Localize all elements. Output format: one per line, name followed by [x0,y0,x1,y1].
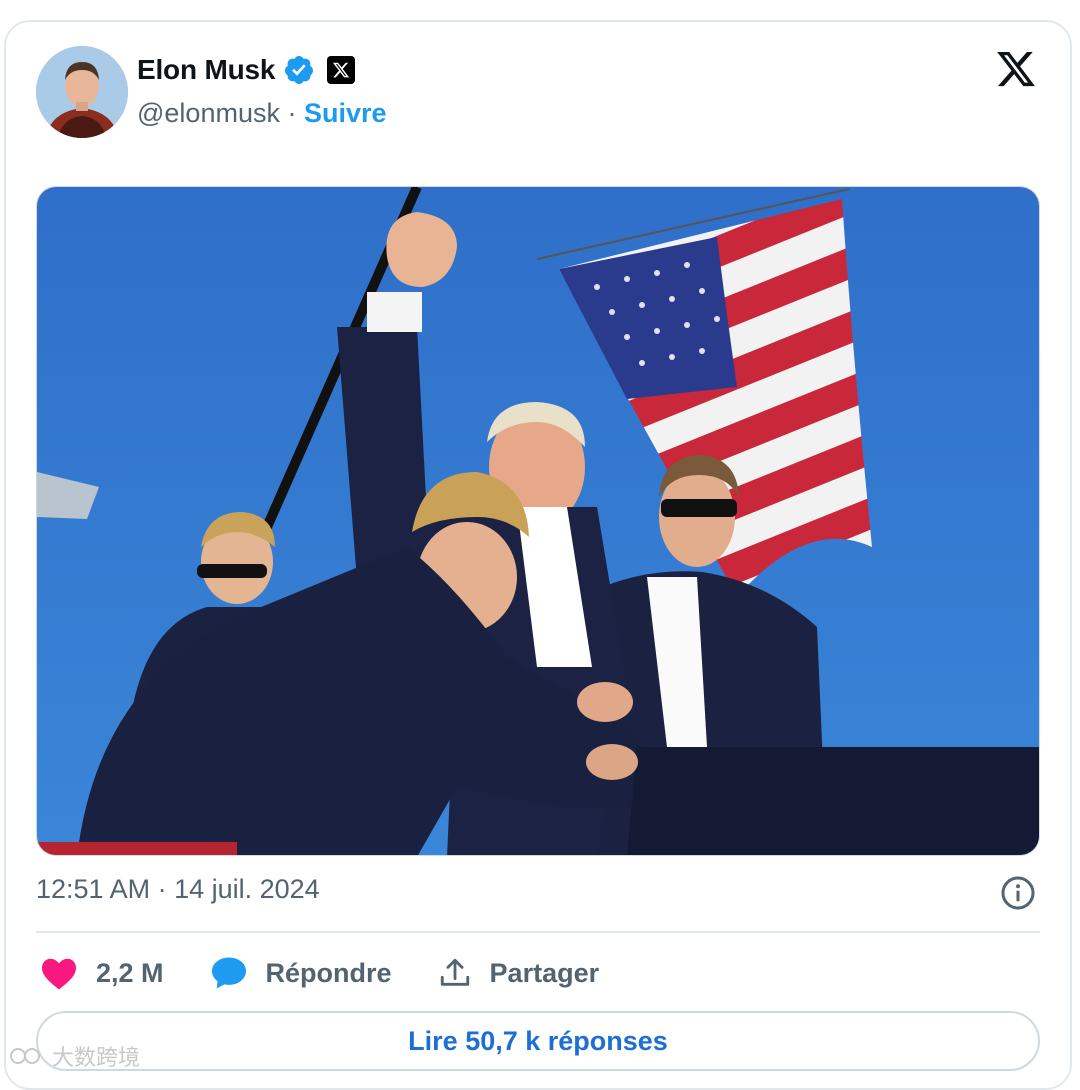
reply-button[interactable]: Répondre [210,956,392,990]
x-affiliation-badge-icon [327,56,356,84]
watermark-text: 大数跨境 [52,1045,141,1070]
tweet-timestamp[interactable]: 12:51 AM · 14 juil. 2024 [36,874,320,905]
x-logo-icon[interactable] [994,48,1038,90]
tweet-photo[interactable] [36,186,1040,856]
reply-label: Répondre [265,957,392,988]
photo-image [37,187,1039,855]
verified-badge-icon [285,56,314,84]
watermark-logo-icon [10,1048,40,1064]
author-name[interactable]: Elon Musk [137,54,275,86]
follow-button[interactable]: Suivre [304,98,387,128]
info-icon[interactable] [1000,875,1036,911]
action-bar: 2,2 M Répondre Partager [40,950,645,996]
divider [36,931,1040,933]
author-handle-row: @elonmusk · Suivre [137,98,387,129]
heart-icon [42,958,76,990]
watermark: 大数跨境 [8,1040,140,1072]
like-button[interactable]: 2,2 M [40,956,164,990]
speech-bubble-icon [211,957,246,989]
share-upload-icon [440,958,469,986]
share-button[interactable]: Partager [438,956,600,990]
author-handle[interactable]: @elonmusk [137,98,280,128]
author-name-row: Elon Musk [137,54,356,86]
share-label: Partager [489,957,600,988]
like-count: 2,2 M [96,957,164,988]
read-replies-button[interactable]: Lire 50,7 k réponses [36,1011,1040,1071]
author-avatar[interactable] [36,46,128,138]
avatar-image [36,46,128,138]
handle-separator: · [279,98,304,128]
